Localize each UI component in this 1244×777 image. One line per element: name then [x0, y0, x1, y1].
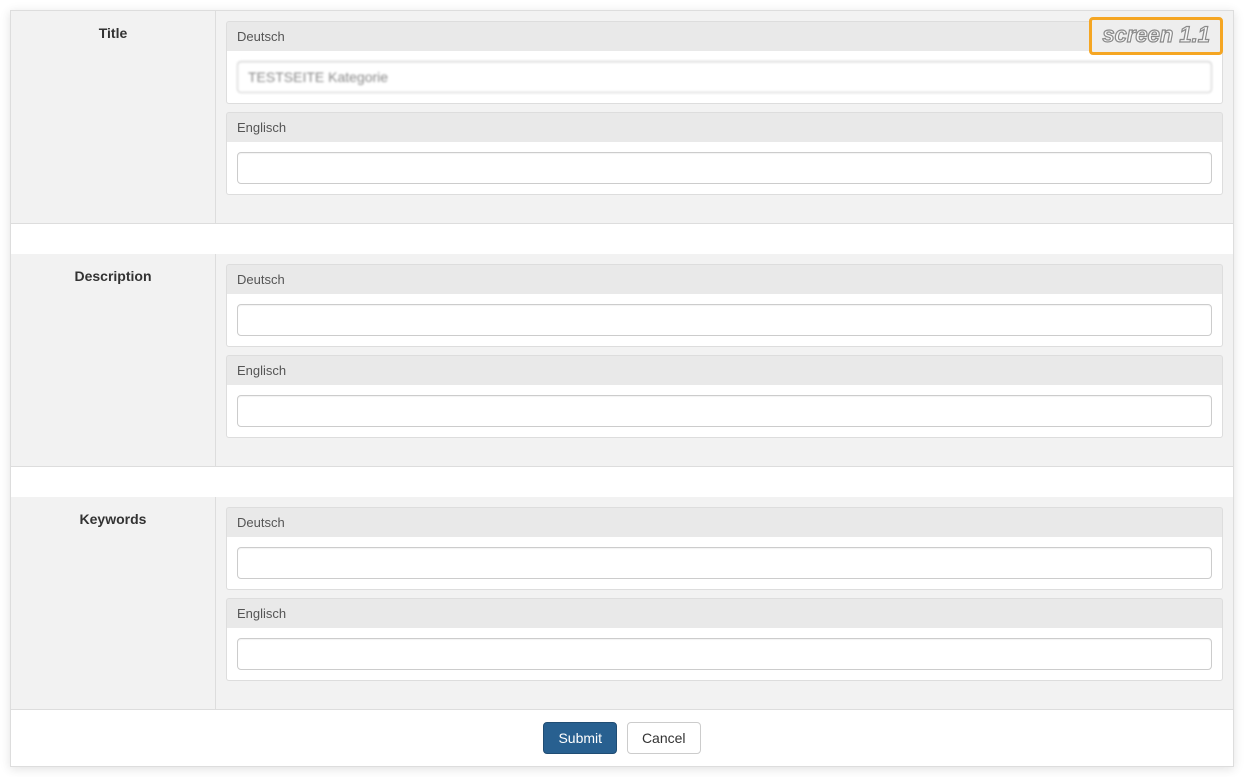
title-de-input[interactable] — [237, 61, 1212, 93]
section-title-label: Title — [11, 11, 216, 223]
section-description: Description Deutsch Englisch — [11, 254, 1233, 467]
title-de-label: Deutsch — [226, 21, 1223, 51]
keywords-de-input-wrap — [226, 537, 1223, 590]
title-de-block: Deutsch — [226, 21, 1223, 104]
description-en-block: Englisch — [226, 355, 1223, 438]
form-actions: Submit Cancel — [11, 710, 1233, 766]
keywords-en-input-wrap — [226, 628, 1223, 681]
title-de-input-wrap — [226, 51, 1223, 104]
title-en-input[interactable] — [237, 152, 1212, 184]
description-de-block: Deutsch — [226, 264, 1223, 347]
section-description-label: Description — [11, 254, 216, 466]
section-keywords: Keywords Deutsch Englisch — [11, 497, 1233, 710]
keywords-en-input[interactable] — [237, 638, 1212, 670]
section-title: Title screen 1.1 Deutsch Englisch — [11, 11, 1233, 224]
screen-badge-text: screen 1.1 — [1102, 22, 1210, 47]
description-de-label: Deutsch — [226, 264, 1223, 294]
section-keywords-label: Keywords — [11, 497, 216, 709]
title-en-block: Englisch — [226, 112, 1223, 195]
keywords-en-label: Englisch — [226, 598, 1223, 628]
description-en-input-wrap — [226, 385, 1223, 438]
description-en-label: Englisch — [226, 355, 1223, 385]
spacer — [11, 467, 1233, 497]
keywords-de-label: Deutsch — [226, 507, 1223, 537]
keywords-de-block: Deutsch — [226, 507, 1223, 590]
section-title-body: screen 1.1 Deutsch Englisch — [216, 11, 1233, 223]
description-de-input[interactable] — [237, 304, 1212, 336]
keywords-en-block: Englisch — [226, 598, 1223, 681]
section-keywords-body: Deutsch Englisch — [216, 497, 1233, 709]
title-en-label: Englisch — [226, 112, 1223, 142]
submit-button[interactable]: Submit — [543, 722, 617, 754]
section-description-body: Deutsch Englisch — [216, 254, 1233, 466]
title-en-input-wrap — [226, 142, 1223, 195]
keywords-de-input[interactable] — [237, 547, 1212, 579]
screen-badge: screen 1.1 — [1089, 17, 1223, 55]
form-panel: Title screen 1.1 Deutsch Englisch Descri… — [10, 10, 1234, 767]
spacer — [11, 224, 1233, 254]
cancel-button[interactable]: Cancel — [627, 722, 701, 754]
description-de-input-wrap — [226, 294, 1223, 347]
description-en-input[interactable] — [237, 395, 1212, 427]
